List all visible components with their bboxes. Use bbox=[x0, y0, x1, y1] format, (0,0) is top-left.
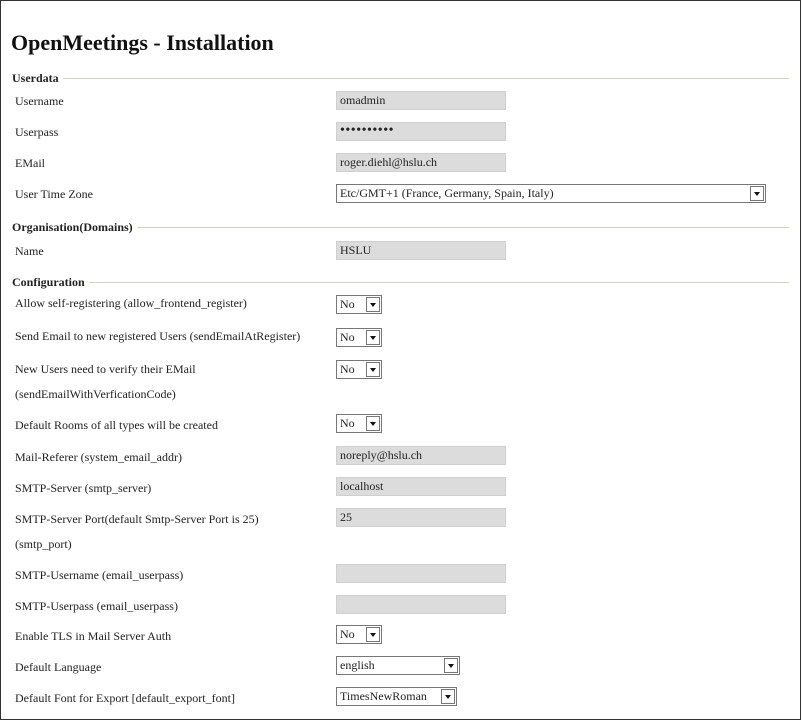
smtp-port-label: SMTP-Server Port(default Smtp-Server Por… bbox=[15, 512, 259, 526]
send-email-select[interactable]: No bbox=[336, 328, 382, 347]
smtp-server-label: SMTP-Server (smtp_server) bbox=[15, 481, 152, 495]
chevron-down-icon[interactable] bbox=[366, 330, 380, 345]
username-label: Username bbox=[15, 94, 64, 108]
smtp-userpass-label: SMTP-Userpass (email_userpass) bbox=[15, 599, 178, 613]
tls-label: Enable TLS in Mail Server Auth bbox=[15, 629, 172, 643]
smtp-server-field[interactable]: localhost bbox=[336, 477, 506, 496]
allow-register-value: No bbox=[340, 297, 355, 311]
timezone-select[interactable]: Etc/GMT+1 (France, Germany, Spain, Italy… bbox=[336, 184, 766, 203]
timezone-select-value: Etc/GMT+1 (France, Germany, Spain, Italy… bbox=[340, 186, 554, 200]
mail-referer-field[interactable]: noreply@hslu.ch bbox=[336, 446, 506, 465]
verify-email-select[interactable]: No bbox=[336, 360, 382, 379]
export-font-label: Default Font for Export [default_export_… bbox=[15, 691, 235, 705]
verify-email-label-code: (sendEmailWithVerficationCode) bbox=[15, 387, 176, 401]
send-email-value: No bbox=[340, 330, 355, 344]
username-field[interactable]: omadmin bbox=[336, 91, 506, 110]
allow-register-select[interactable]: No bbox=[336, 295, 382, 314]
org-name-label: Name bbox=[15, 244, 44, 258]
email-field[interactable]: roger.diehl@hslu.ch bbox=[336, 153, 506, 172]
section-divider bbox=[12, 78, 789, 79]
page-title: OpenMeetings - Installation bbox=[11, 30, 274, 55]
section-userdata-legend: Userdata bbox=[12, 71, 63, 86]
tls-select[interactable]: No bbox=[336, 625, 382, 644]
section-divider bbox=[12, 282, 789, 283]
language-label: Default Language bbox=[15, 660, 102, 674]
chevron-down-icon[interactable] bbox=[366, 416, 380, 431]
default-rooms-select[interactable]: No bbox=[336, 414, 382, 433]
chevron-down-icon[interactable] bbox=[444, 658, 458, 673]
smtp-port-label-key: (smtp_port) bbox=[15, 537, 72, 551]
smtp-port-field[interactable]: 25 bbox=[336, 508, 506, 527]
chevron-down-icon[interactable] bbox=[366, 627, 380, 642]
userpass-label: Userpass bbox=[15, 125, 59, 139]
timezone-label: User Time Zone bbox=[15, 187, 93, 201]
verify-email-label: New Users need to verify their EMail bbox=[15, 362, 196, 376]
verify-email-value: No bbox=[340, 362, 355, 376]
email-label: EMail bbox=[15, 156, 45, 170]
smtp-userpass-field[interactable] bbox=[336, 595, 506, 614]
section-configuration-legend: Configuration bbox=[12, 275, 89, 290]
mail-referer-label: Mail-Referer (system_email_addr) bbox=[15, 450, 182, 464]
default-rooms-value: No bbox=[340, 416, 355, 430]
export-font-value: TimesNewRoman bbox=[340, 689, 427, 703]
chevron-down-icon[interactable] bbox=[366, 297, 380, 312]
default-rooms-label: Default Rooms of all types will be creat… bbox=[15, 418, 218, 432]
section-organisation-legend: Organisation(Domains) bbox=[12, 220, 137, 235]
send-email-label: Send Email to new registered Users (send… bbox=[15, 329, 301, 343]
tls-value: No bbox=[340, 627, 355, 641]
userpass-field[interactable]: •••••••••• bbox=[336, 122, 506, 141]
chevron-down-icon[interactable] bbox=[441, 689, 455, 704]
export-font-select[interactable]: TimesNewRoman bbox=[336, 687, 457, 706]
smtp-username-label: SMTP-Username (email_userpass) bbox=[15, 568, 184, 582]
language-select[interactable]: english bbox=[336, 656, 460, 675]
chevron-down-icon[interactable] bbox=[750, 186, 764, 201]
allow-register-label: Allow self-registering (allow_frontend_r… bbox=[15, 296, 247, 310]
chevron-down-icon[interactable] bbox=[366, 362, 380, 377]
language-value: english bbox=[340, 658, 375, 672]
smtp-username-field[interactable] bbox=[336, 564, 506, 583]
org-name-field[interactable]: HSLU bbox=[336, 241, 506, 260]
